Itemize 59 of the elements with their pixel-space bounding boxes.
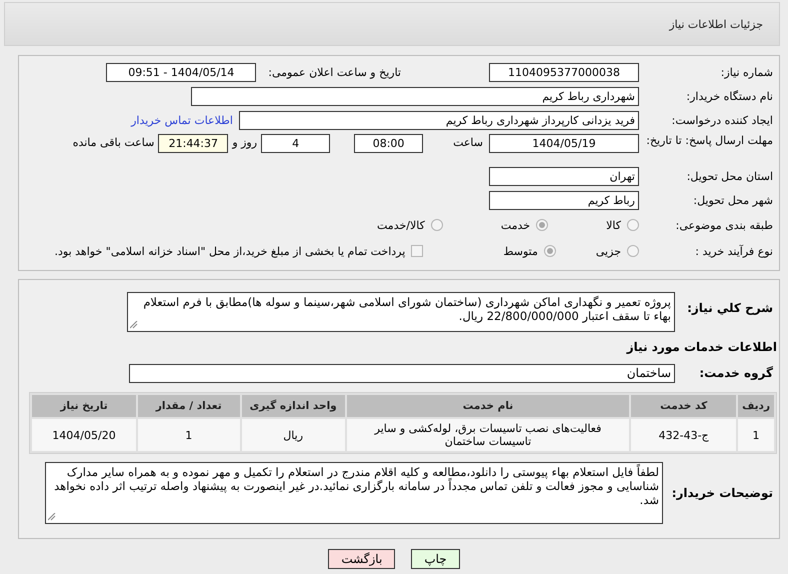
service-group-field[interactable]: ساختمان (129, 364, 675, 382)
field-label: نام دستگاه خریدار: (685, 90, 774, 102)
days-label: روز و (232, 136, 258, 149)
table-cell: فعالیت‌های نصب تاسیسات برق، لوله‌کشی و سایر تاسیسات ساختمان (346, 419, 630, 451)
deadline-date-field[interactable]: 1404/05/19 (489, 134, 639, 153)
print-button[interactable]: چاپ (411, 549, 460, 569)
creator-field[interactable]: فرید یزدانی کارپرداز شهرداری رباط کریم (239, 110, 639, 130)
remaining-time-field[interactable]: 21:44:37 (158, 134, 228, 153)
table-cell: 1404/05/20 (32, 419, 136, 451)
column-header: کد خدمت (631, 395, 736, 417)
column-header: تعداد / مقدار (138, 395, 240, 417)
column-header: ردیف (738, 395, 774, 417)
notes-textarea[interactable]: لطفاً فایل استعلام بهاء پیوستی را دانلود،مطالعه و کلیه اقلام مندرج در استعلام را تکمیل و مهر نموده و به همراه سایر مدارک شناسایی و مجوز فعالت و تلفن تماس مجدداً در سامانه بارگزاری نمائید.در غیر اینصورت به پیشنهاد واصله ترتیب اثر داده نخواهد شد. (45, 462, 663, 524)
field-label: طبقه بندی موضوعی: (674, 218, 774, 232)
field-label: استان محل تحویل: (686, 170, 774, 182)
buyer-field[interactable]: شهرداری رباط کریم (191, 86, 639, 106)
city-field[interactable]: رباط کریم (489, 190, 639, 210)
description-textarea[interactable]: پروژه تعمیر و نگهداری اماکن شهرداری (ساختمان شورای اسلامی شهر،سینما و سوله ها)مطابق با فرم استعلام بهاء تا سقف اعتبار 22/800/000/000 ریال. (127, 292, 675, 332)
section-heading: اطلاعات خدمات مورد نیاز (625, 340, 778, 354)
column-header: تاریخ نیاز (32, 395, 136, 417)
field-label: نوع فرآیند خرید : (694, 244, 774, 258)
radio-button[interactable] (536, 219, 548, 231)
checkbox[interactable] (411, 245, 424, 257)
radio-label: کالا/خدمت (377, 218, 425, 232)
field-label: شهر محل تحویل: (692, 194, 774, 206)
radio-label: جزیی (596, 244, 621, 258)
radio-label: خدمت (500, 218, 530, 232)
table-cell: 1 (738, 419, 774, 451)
announce-date-field[interactable]: 1404/05/14 - 09:51 (106, 62, 256, 82)
field-label: شماره نیاز: (720, 66, 774, 78)
time-label: ساعت (453, 136, 483, 149)
table-cell: ج-43-432 (631, 419, 736, 451)
field-label: توضیحات خریدار: (670, 486, 774, 500)
radio-button[interactable] (627, 219, 639, 231)
checkbox-label: پرداخت تمام یا بخشی از مبلغ خرید،از محل "اسناد خزانه اسلامی" خواهد بود. (54, 244, 406, 258)
field-label: مهلت ارسال پاسخ: تا تاریخ: (645, 134, 774, 147)
radio-label: متوسط (503, 244, 538, 258)
deadline-time-field[interactable]: 08:00 (354, 134, 424, 153)
province-field[interactable]: تهران (489, 166, 639, 186)
field-label: تاریخ و ساعت اعلان عمومی: (268, 66, 401, 78)
need-number-field[interactable]: 1104095377000038 (489, 62, 639, 82)
resize-grip-icon (130, 321, 138, 329)
contact-link[interactable]: اطلاعات تماس خریدار (131, 114, 233, 126)
field-label: گروه خدمت: (698, 366, 774, 380)
radio-button[interactable] (627, 245, 639, 257)
resize-grip-icon (48, 513, 56, 521)
table-cell: 1 (138, 419, 240, 451)
field-label: ایجاد کننده درخواست: (670, 114, 774, 126)
radio-label: کالا (606, 218, 621, 232)
table-cell: ریال (242, 419, 345, 451)
remaining-label: ساعت باقی مانده (72, 136, 154, 149)
radio-button[interactable] (430, 219, 443, 231)
back-button[interactable]: بازگشت (328, 549, 396, 569)
days-field[interactable]: 4 (261, 134, 330, 153)
page-title: جزئیات اطلاعات نیاز (669, 18, 763, 30)
radio-button[interactable] (544, 245, 556, 257)
column-header: واحد اندازه گیری (242, 395, 345, 417)
column-header: نام خدمت (346, 395, 630, 417)
field-label: شرح کلي نياز: (686, 300, 774, 315)
